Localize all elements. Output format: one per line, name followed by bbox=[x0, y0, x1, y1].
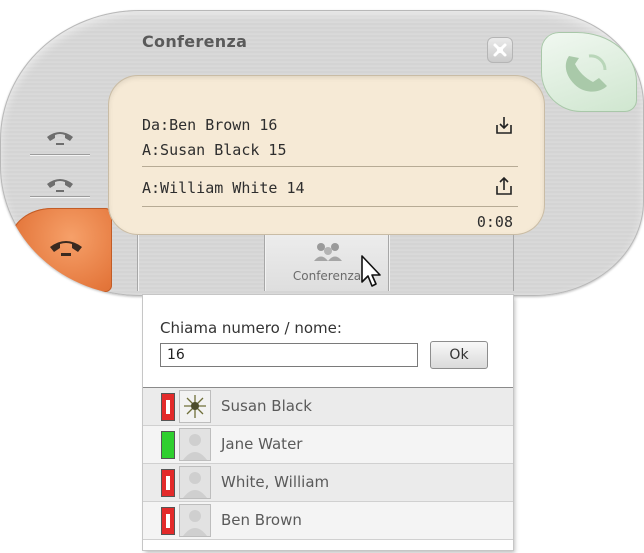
contact-name: Susan Black bbox=[221, 397, 312, 415]
hangup-button[interactable] bbox=[10, 208, 112, 292]
close-button[interactable] bbox=[487, 37, 513, 63]
call-timer: 0:08 bbox=[476, 213, 513, 231]
close-icon bbox=[493, 43, 507, 57]
line-1-button[interactable] bbox=[28, 118, 92, 158]
tab-strip: Conferenza bbox=[113, 235, 538, 291]
phone-line-icon bbox=[47, 179, 73, 192]
user-placeholder-icon bbox=[180, 429, 210, 460]
call-to-line: A:Susan Black 15 bbox=[142, 141, 287, 159]
display-divider bbox=[142, 206, 518, 207]
phone-answer-icon bbox=[565, 54, 607, 92]
user-placeholder-icon bbox=[180, 505, 210, 536]
tab-empty[interactable] bbox=[388, 235, 514, 291]
status-busy-indicator bbox=[161, 469, 175, 497]
status-busy-indicator bbox=[161, 507, 175, 535]
tab-empty[interactable] bbox=[137, 235, 265, 291]
status-busy-indicator bbox=[161, 393, 175, 421]
contact-row[interactable]: Susan Black bbox=[143, 388, 513, 426]
dial-label: Chiama numero / nome: bbox=[160, 319, 342, 337]
avatar bbox=[179, 466, 211, 499]
ok-button[interactable]: Ok bbox=[430, 341, 488, 369]
line-2-button[interactable] bbox=[28, 165, 92, 205]
avatar bbox=[179, 504, 211, 537]
contact-row[interactable]: White, William bbox=[143, 464, 513, 502]
line-divider bbox=[30, 154, 90, 155]
call-to-line: A:William White 14 bbox=[142, 179, 305, 197]
phone-line-icon bbox=[47, 132, 73, 145]
dial-dropdown-panel: Chiama numero / nome: Ok Susan Black bbox=[143, 295, 513, 550]
contact-row[interactable]: Ben Brown bbox=[143, 502, 513, 540]
display-divider bbox=[142, 166, 518, 167]
user-placeholder-icon bbox=[180, 467, 210, 498]
upload-icon bbox=[496, 176, 512, 195]
mouse-pointer-icon bbox=[361, 255, 381, 287]
call-display: Da:Ben Brown 16 A:Susan Black 15 A:Willi… bbox=[108, 75, 545, 235]
phone-hangup-icon bbox=[50, 241, 82, 256]
conference-icon bbox=[314, 243, 342, 261]
contact-photo-icon bbox=[180, 391, 210, 422]
answer-call-button[interactable] bbox=[541, 32, 637, 112]
status-available-indicator bbox=[161, 431, 175, 459]
contact-name: Jane Water bbox=[221, 435, 303, 453]
download-icon bbox=[496, 117, 512, 134]
call-from-line: Da:Ben Brown 16 bbox=[142, 116, 278, 134]
outgoing-call-action[interactable] bbox=[494, 176, 514, 196]
contact-row[interactable]: Jane Water bbox=[143, 426, 513, 464]
contact-list: Susan Black Jane Water White, William Be… bbox=[143, 387, 513, 540]
contact-name: Ben Brown bbox=[221, 511, 302, 529]
number-input[interactable] bbox=[160, 343, 418, 367]
window-title: Conferenza bbox=[142, 32, 248, 51]
avatar bbox=[179, 390, 211, 423]
avatar bbox=[179, 428, 211, 461]
line-divider bbox=[30, 196, 90, 197]
contact-name: White, William bbox=[221, 473, 330, 491]
incoming-call-action[interactable] bbox=[494, 115, 514, 135]
